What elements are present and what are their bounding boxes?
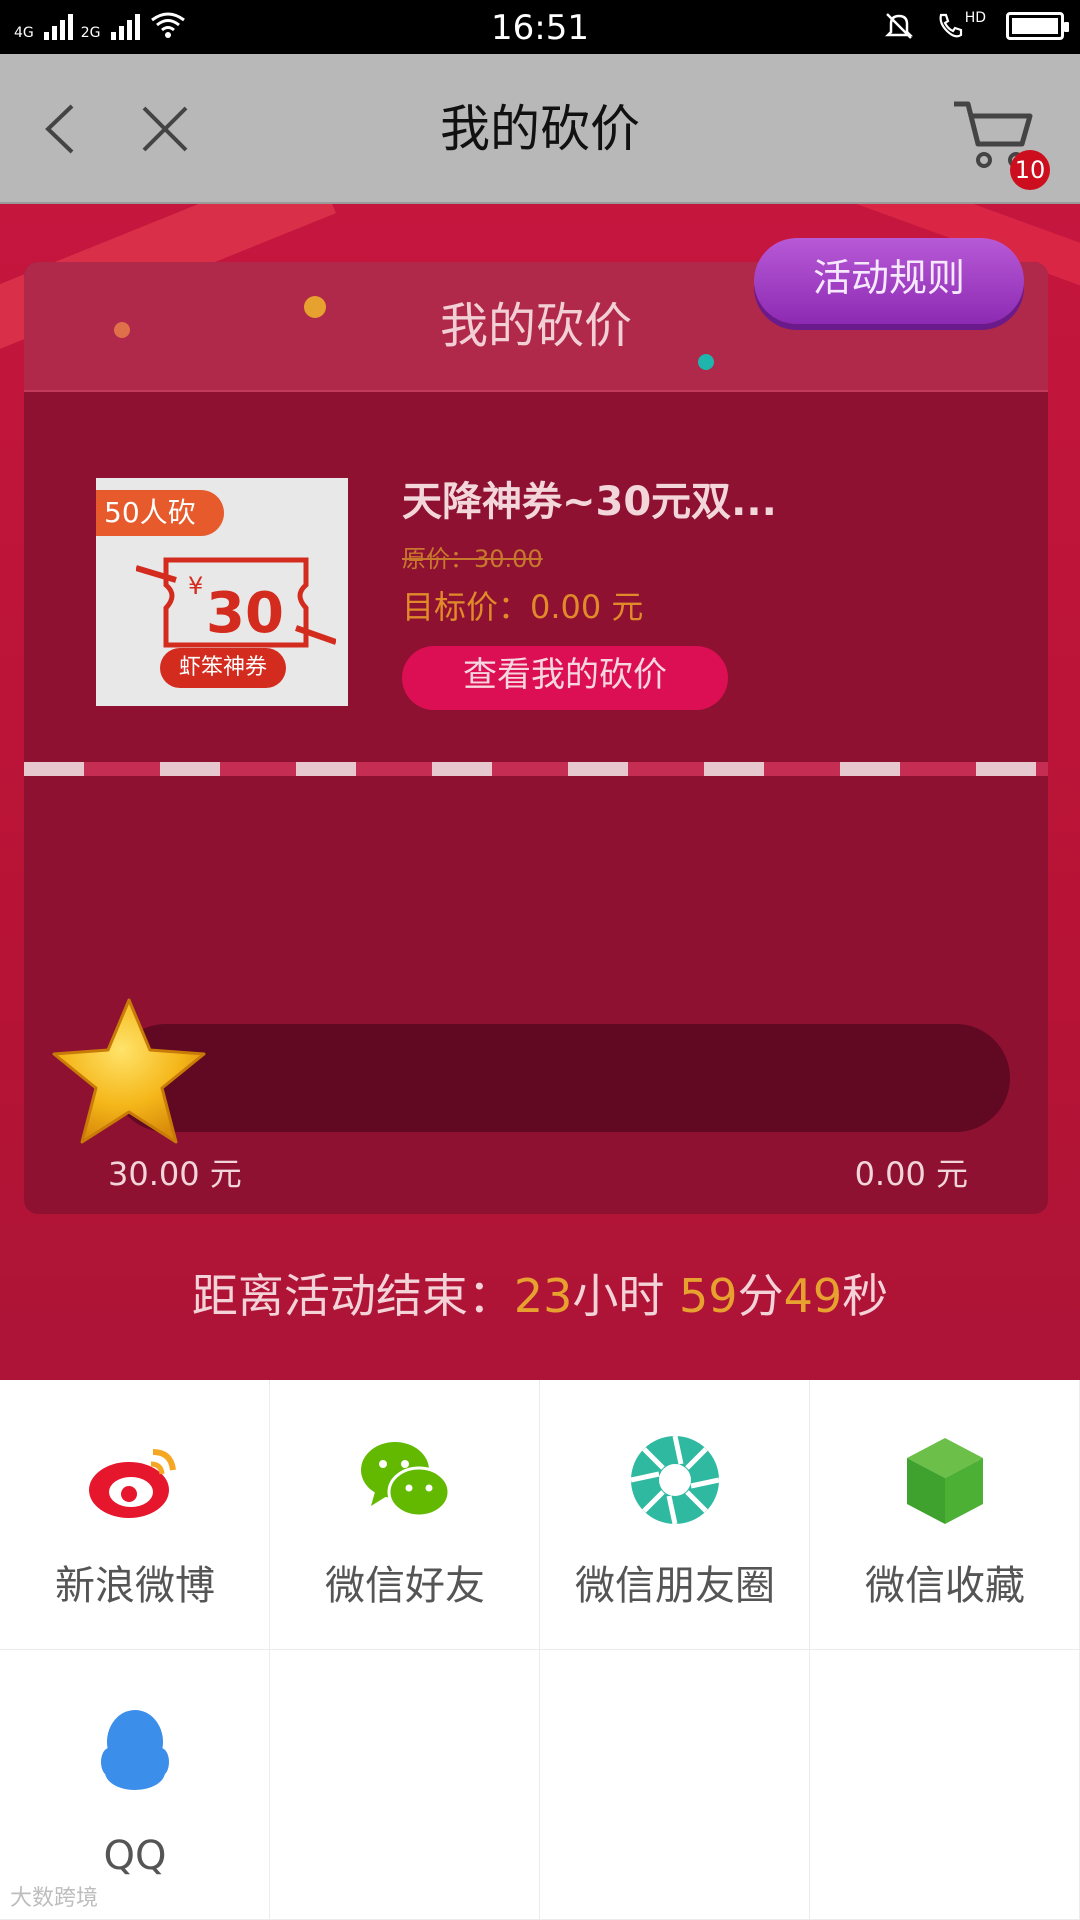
countdown-seconds-unit: 秒	[842, 1269, 889, 1323]
qq-icon	[101, 1710, 169, 1790]
participants-tag: 50人砍	[96, 490, 224, 536]
countdown-hours: 23	[513, 1269, 573, 1323]
wechat-favorites-icon	[907, 1438, 983, 1524]
hd-label: HD	[964, 10, 986, 26]
share-qq[interactable]: QQ	[0, 1650, 270, 1920]
weibo-icon	[89, 1449, 176, 1518]
countdown-timer: 距离活动结束：23小时 59分49秒	[0, 1264, 1080, 1328]
bargain-progress-bar	[112, 1024, 1010, 1132]
progress-end-price: 0.00 元	[854, 1155, 968, 1193]
coupon-amount: 30	[206, 581, 284, 646]
share-label: 微信朋友圈	[575, 1563, 775, 1609]
battery-icon	[1006, 12, 1069, 40]
countdown-hours-unit: 小时	[572, 1269, 680, 1323]
hd-call-indicator: HD	[935, 11, 986, 41]
rules-button[interactable]: 活动规则	[754, 238, 1024, 324]
page-title: 我的砍价	[440, 100, 640, 158]
countdown-prefix: 距离活动结束：	[191, 1269, 514, 1323]
original-price: 原价：30.00	[402, 545, 543, 573]
share-wechat-favorites[interactable]: 微信收藏	[810, 1380, 1080, 1650]
share-label: QQ	[103, 1833, 167, 1879]
view-bargain-button[interactable]: 查看我的砍价	[402, 646, 728, 710]
star-icon	[52, 998, 206, 1144]
status-bar: 4G 2G 16:51 HD	[0, 0, 1080, 54]
share-label: 微信收藏	[865, 1563, 1025, 1609]
progress-start-price: 30.00 元	[108, 1155, 242, 1193]
share-wechat[interactable]: 微信好友	[270, 1380, 540, 1650]
status-icons: HD	[883, 10, 1069, 42]
bargain-panel: 我的砍价 活动规则 50人砍 ¥ 30 虾笨神券 天降神券~30元双... 原价…	[24, 238, 1048, 1214]
phone-icon	[939, 13, 962, 38]
share-empty-slot	[270, 1650, 540, 1920]
confetti-dot	[698, 354, 714, 370]
moments-icon	[630, 1435, 720, 1525]
watermark: 大数跨境	[10, 1886, 99, 1911]
share-label: 微信好友	[325, 1563, 485, 1609]
mute-bell-icon	[884, 13, 913, 39]
countdown-minutes: 59	[679, 1269, 738, 1323]
share-empty-slot	[810, 1650, 1080, 1920]
countdown-seconds: 49	[783, 1269, 843, 1323]
share-weibo[interactable]: 新浪微博	[0, 1380, 270, 1650]
target-price: 目标价：0.00 元	[402, 588, 644, 626]
countdown-minutes-unit: 分	[737, 1269, 784, 1323]
share-moments[interactable]: 微信朋友圈	[540, 1380, 810, 1650]
share-sheet: 新浪微博 微信好友 微信朋友圈 微信收藏 QQ	[0, 1380, 1080, 1920]
coupon-brand-label: 虾笨神券	[160, 648, 286, 688]
coupon-currency: ¥	[188, 572, 203, 600]
product-name: 天降神券~30元双...	[402, 479, 777, 525]
striped-divider	[24, 762, 1048, 776]
share-empty-slot	[540, 1650, 810, 1920]
product-image: 50人砍 ¥ 30 虾笨神券	[96, 478, 348, 706]
bargain-main: 我的砍价 活动规则 50人砍 ¥ 30 虾笨神券 天降神券~30元双... 原价…	[0, 204, 1080, 1380]
coupon-icon: ¥ 30	[136, 557, 336, 648]
cart-count-badge: 10	[1010, 150, 1050, 190]
nav-bar: 我的砍价 10	[0, 54, 1080, 204]
share-label: 新浪微博	[55, 1563, 215, 1609]
wechat-icon	[361, 1442, 451, 1518]
